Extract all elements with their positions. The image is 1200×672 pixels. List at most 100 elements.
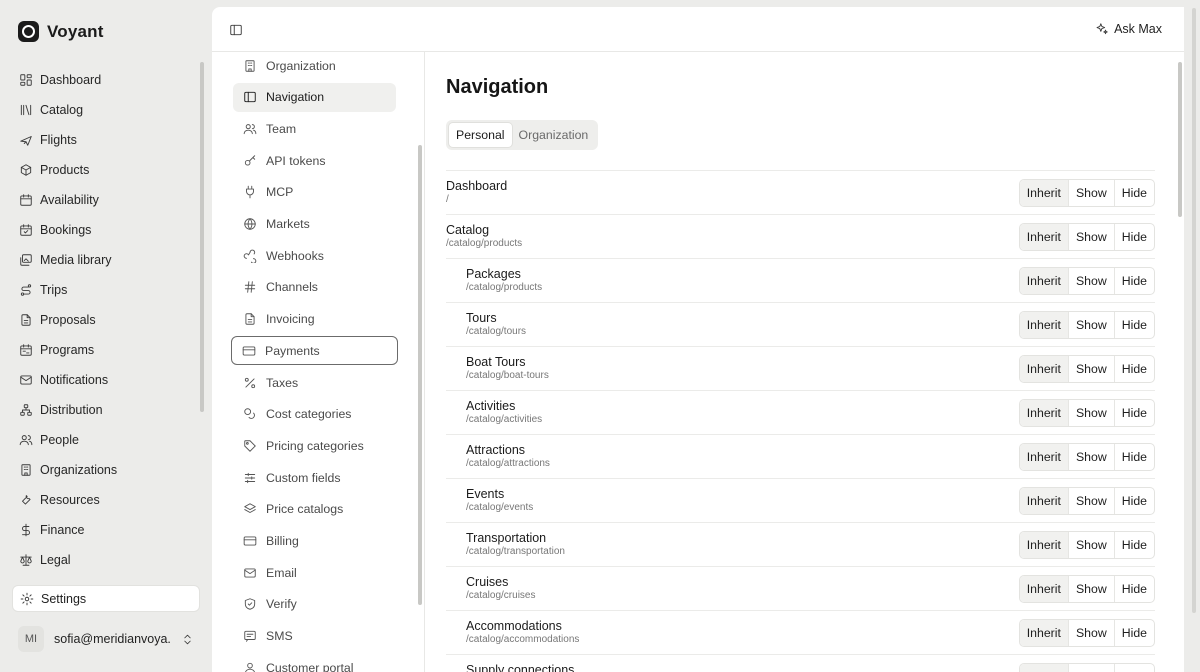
subnav-item-webhooks[interactable]: Webhooks xyxy=(233,241,396,270)
subnav-item-label: Navigation xyxy=(266,90,325,105)
show-button[interactable]: Show xyxy=(1067,224,1114,250)
hide-button[interactable]: Hide xyxy=(1113,312,1154,338)
subnav-item-channels[interactable]: Channels xyxy=(233,273,396,302)
hide-button[interactable]: Hide xyxy=(1113,488,1154,514)
subnav-item-organization[interactable]: Organization xyxy=(233,52,396,80)
hide-button[interactable]: Hide xyxy=(1113,664,1154,672)
subnav-item-customer-portal[interactable]: Customer portal xyxy=(233,653,396,672)
subnav-item-sms[interactable]: SMS xyxy=(233,622,396,651)
sidebar-item-finance[interactable]: Finance xyxy=(12,515,200,545)
show-button[interactable]: Show xyxy=(1067,620,1114,646)
inherit-button[interactable]: Inherit xyxy=(1019,180,1068,206)
user-icon xyxy=(245,662,255,672)
message-icon xyxy=(244,630,256,642)
visibility-toggle-group: InheritShowHide xyxy=(1018,179,1155,207)
users-icon xyxy=(243,124,257,135)
inherit-button[interactable]: Inherit xyxy=(1019,664,1068,672)
main-panel: Ask Max Organization Navigation Team API to… xyxy=(212,7,1184,672)
ask-max-button[interactable]: Ask Max xyxy=(1095,22,1162,36)
hide-button[interactable]: Hide xyxy=(1113,532,1154,558)
inherit-button[interactable]: Inherit xyxy=(1019,268,1068,294)
show-button[interactable]: Show xyxy=(1067,664,1114,672)
subnav-item-cost-categories[interactable]: Cost categories xyxy=(233,400,396,429)
subnav-item-payments[interactable]: Payments xyxy=(231,336,398,366)
page-scrollbar[interactable] xyxy=(1192,8,1196,613)
network-icon xyxy=(20,404,32,416)
inherit-button[interactable]: Inherit xyxy=(1019,488,1068,514)
sidebar-item-proposals[interactable]: Proposals xyxy=(12,305,200,335)
hide-button[interactable]: Hide xyxy=(1113,400,1154,426)
sidebar-item-trips[interactable]: Trips xyxy=(12,275,200,305)
subnav-scrollbar[interactable] xyxy=(418,145,422,605)
subnav-item-custom-fields[interactable]: Custom fields xyxy=(233,463,396,492)
navigation-rows: Dashboard / Inherit Show Hide Catalog/catalog… xyxy=(446,170,1155,672)
sidebar-item-notifications[interactable]: Notifications xyxy=(12,365,200,395)
visibility-toggle-group: InheritShowHide xyxy=(1018,267,1155,295)
subnav-item-team[interactable]: Team xyxy=(233,114,396,143)
hide-button[interactable]: Hide xyxy=(1113,180,1154,206)
inherit-button[interactable]: Inherit xyxy=(1019,224,1068,250)
hide-button[interactable]: Hide xyxy=(1113,444,1154,470)
subnav-item-email[interactable]: Email xyxy=(233,558,396,587)
tab-organization[interactable]: Organization xyxy=(512,123,596,147)
subnav-item-api-tokens[interactable]: API tokens xyxy=(233,146,396,175)
tab-personal[interactable]: Personal xyxy=(449,123,512,147)
sidebar-item-distribution[interactable]: Distribution xyxy=(12,395,200,425)
sidebar-item-flights[interactable]: Flights xyxy=(12,125,200,155)
brand-logo-icon xyxy=(18,21,39,42)
sidebar-item-programs[interactable]: Programs xyxy=(12,335,200,365)
show-button[interactable]: Show xyxy=(1067,532,1114,558)
sidebar-toggle-button[interactable] xyxy=(229,23,243,37)
route-icon xyxy=(20,284,32,296)
subnav-item-label: Pricing categories xyxy=(266,438,364,453)
subnav-item-markets[interactable]: Markets xyxy=(233,210,396,239)
inherit-button[interactable]: Inherit xyxy=(1019,532,1068,558)
sidebar-item-settings[interactable]: Settings xyxy=(12,585,200,612)
sidebar-item-dashboard[interactable]: Dashboard xyxy=(12,65,200,95)
subnav-item-taxes[interactable]: Taxes xyxy=(233,368,396,397)
navigation-row: Attractions/catalog/attractions Inherit Sh… xyxy=(446,434,1155,478)
hide-button[interactable]: Hide xyxy=(1113,620,1154,646)
sidebar-item-organizations[interactable]: Organizations xyxy=(12,455,200,485)
subnav-item-invoicing[interactable]: Invoicing xyxy=(233,305,396,334)
sidebar-item-legal[interactable]: Legal xyxy=(12,545,200,575)
topbar: Ask Max xyxy=(212,7,1184,52)
subnav-item-price-catalogs[interactable]: Price catalogs xyxy=(233,495,396,524)
sidebar-item-bookings[interactable]: Bookings xyxy=(12,215,200,245)
subnav-item-billing[interactable]: Billing xyxy=(233,527,396,556)
subnav-item-pricing-categories[interactable]: Pricing categories xyxy=(233,431,396,460)
subnav-item-navigation[interactable]: Navigation xyxy=(233,82,396,112)
sidebar-item-resources[interactable]: Resources xyxy=(12,485,200,515)
inherit-button[interactable]: Inherit xyxy=(1019,312,1068,338)
row-name: Supply connections xyxy=(466,663,575,672)
hide-button[interactable]: Hide xyxy=(1113,268,1154,294)
hide-button[interactable]: Hide xyxy=(1113,356,1154,382)
inherit-button[interactable]: Inherit xyxy=(1019,444,1068,470)
sidebar-item-catalog[interactable]: Catalog xyxy=(12,95,200,125)
show-button[interactable]: Show xyxy=(1067,312,1114,338)
inherit-button[interactable]: Inherit xyxy=(1019,356,1068,382)
brand[interactable]: Voyant xyxy=(18,21,104,42)
show-button[interactable]: Show xyxy=(1067,488,1114,514)
hide-button[interactable]: Hide xyxy=(1113,224,1154,250)
content-scrollbar[interactable] xyxy=(1178,62,1182,217)
show-button[interactable]: Show xyxy=(1067,180,1114,206)
show-button[interactable]: Show xyxy=(1067,444,1114,470)
show-button[interactable]: Show xyxy=(1067,576,1114,602)
sidebar-item-products[interactable]: Products xyxy=(12,155,200,185)
inherit-button[interactable]: Inherit xyxy=(1019,576,1068,602)
sidebar-item-people[interactable]: People xyxy=(12,425,200,455)
inherit-button[interactable]: Inherit xyxy=(1019,400,1068,426)
show-button[interactable]: Show xyxy=(1067,356,1114,382)
sidebar-item-media-library[interactable]: Media library xyxy=(12,245,200,275)
show-button[interactable]: Show xyxy=(1067,400,1114,426)
subnav-item-mcp[interactable]: MCP xyxy=(233,178,396,207)
brand-name: Voyant xyxy=(47,21,104,41)
show-button[interactable]: Show xyxy=(1067,268,1114,294)
inherit-button[interactable]: Inherit xyxy=(1019,620,1068,646)
sidebar-item-availability[interactable]: Availability xyxy=(12,185,200,215)
sidebar-scrollbar[interactable] xyxy=(200,62,204,412)
hide-button[interactable]: Hide xyxy=(1113,576,1154,602)
subnav-item-verify[interactable]: Verify xyxy=(233,590,396,619)
user-menu[interactable]: MI sofia@meridianvoya... xyxy=(18,625,194,653)
